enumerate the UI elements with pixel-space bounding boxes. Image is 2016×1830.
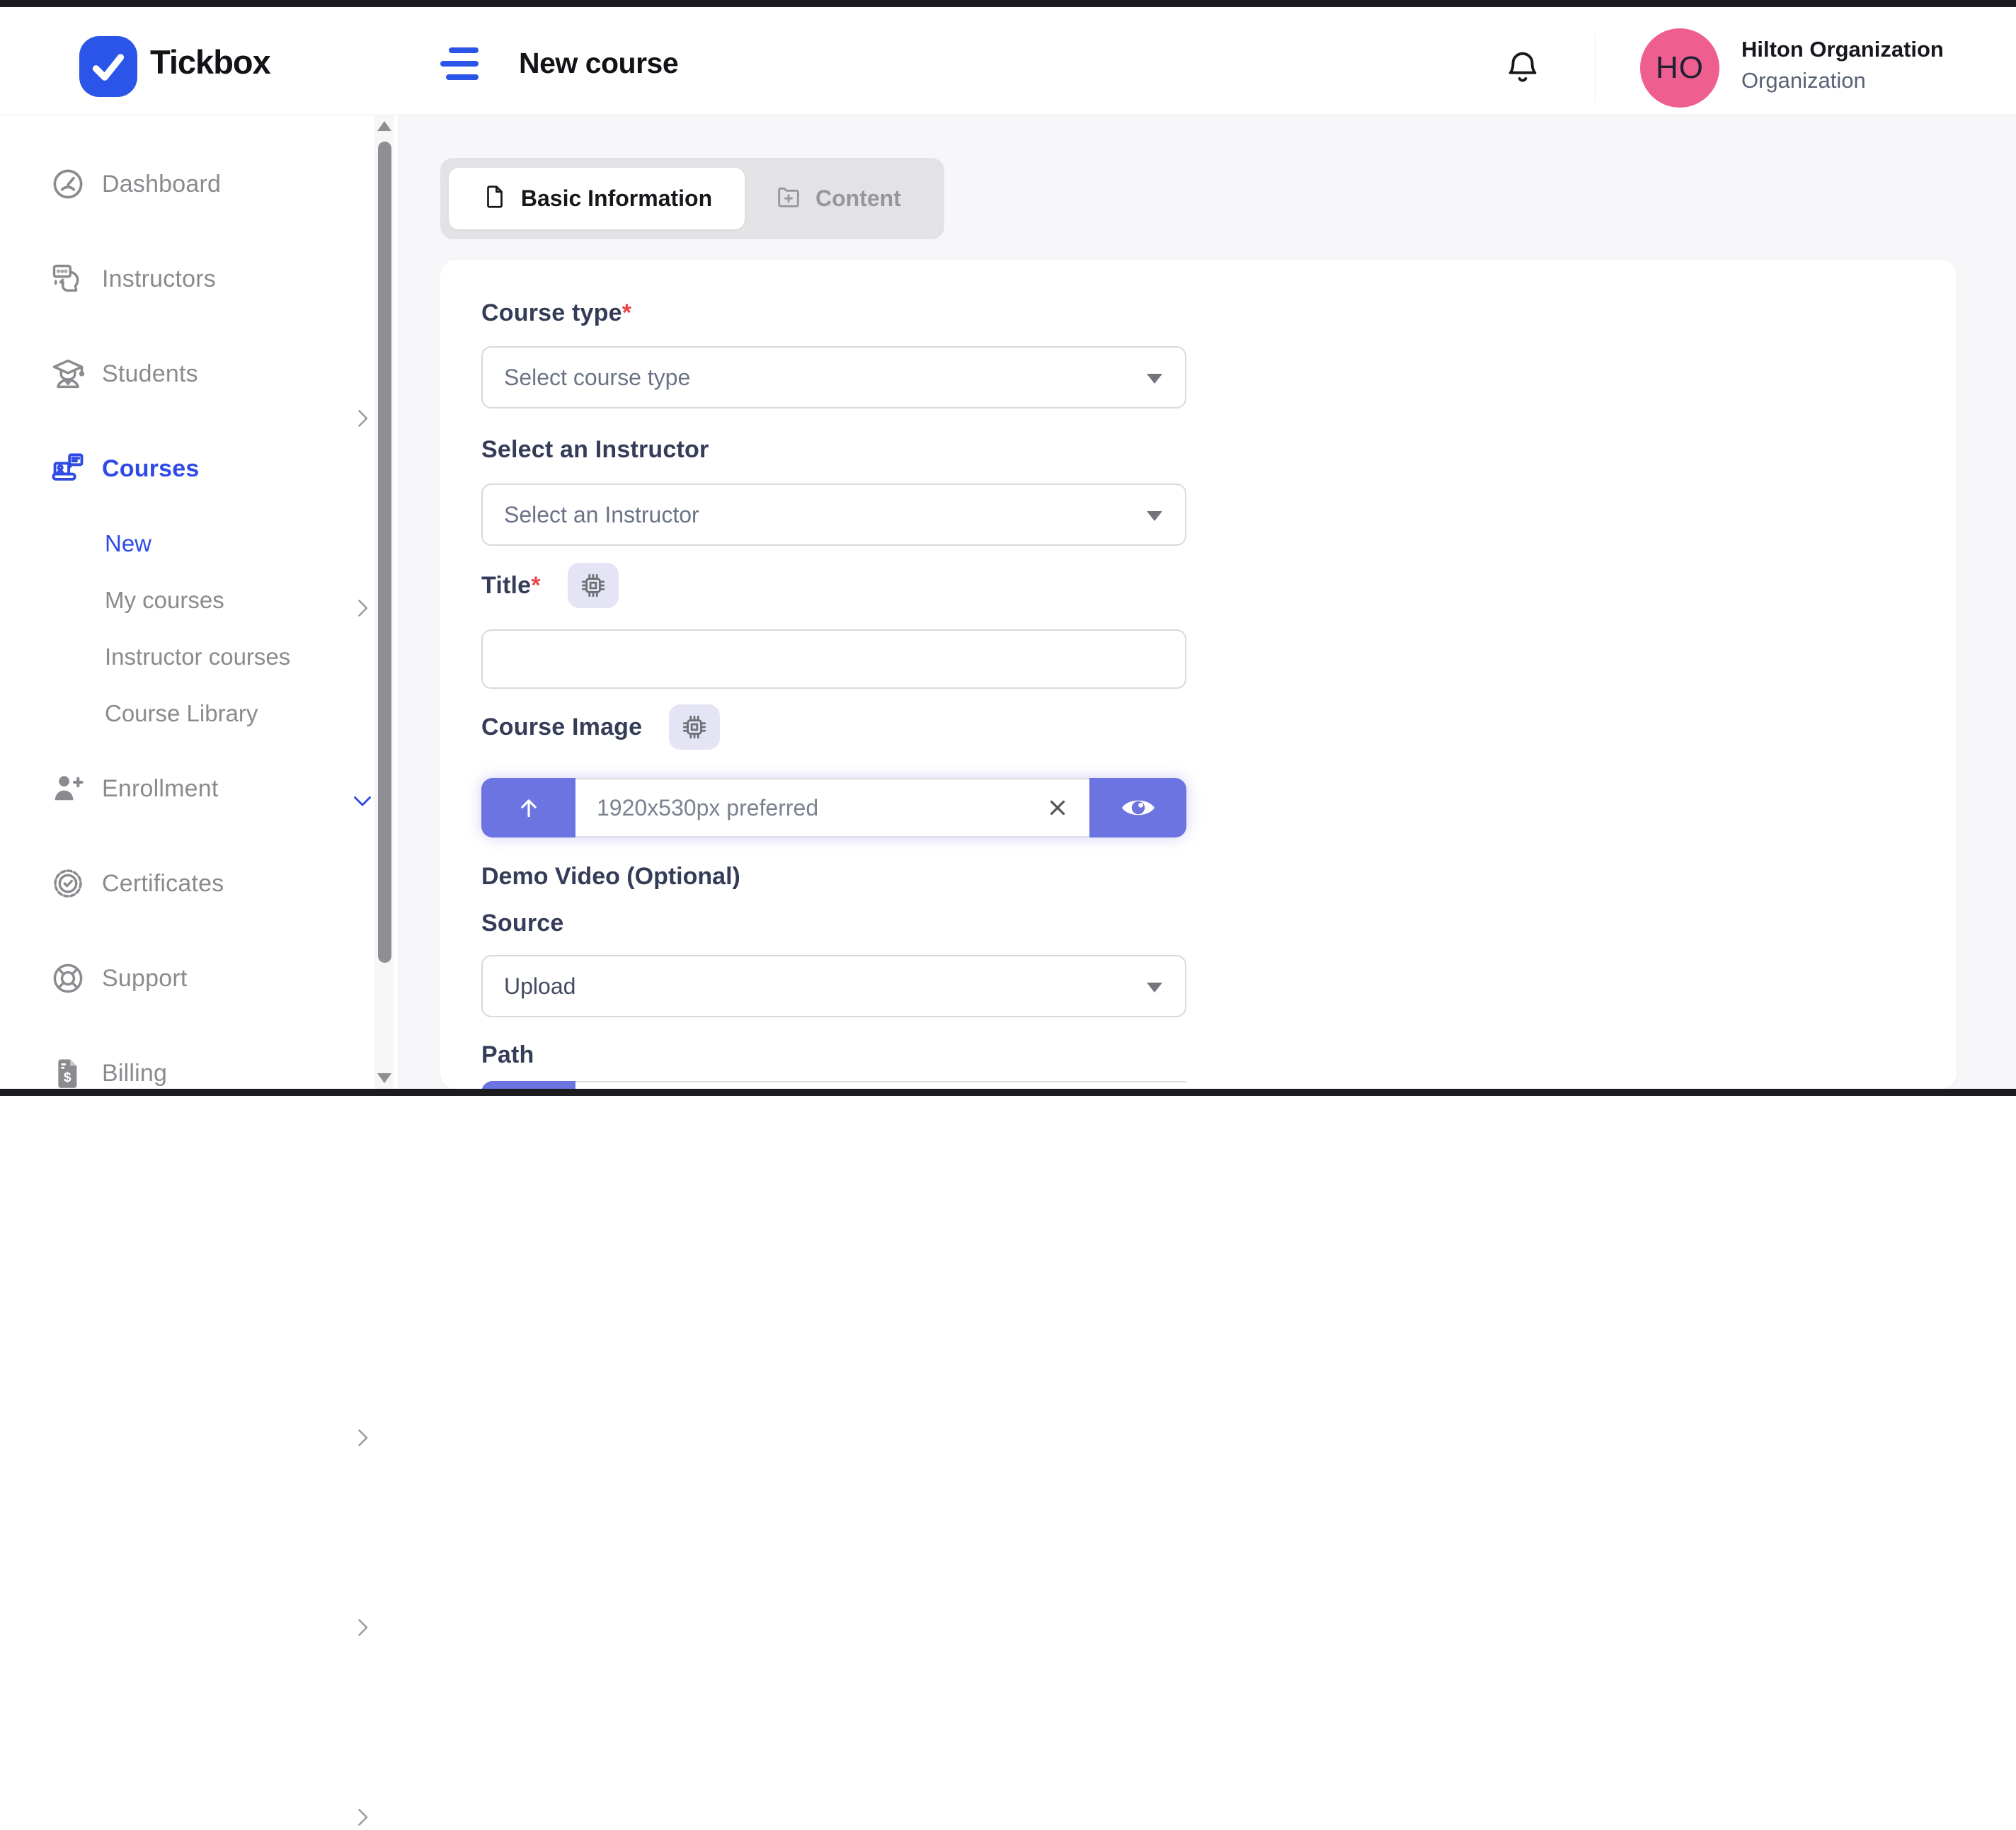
chevron-right-icon xyxy=(350,406,375,431)
sidebar-scrollbar-thumb[interactable] xyxy=(378,142,391,963)
chevron-right-icon xyxy=(350,1805,375,1830)
subitem-label: My courses xyxy=(105,587,224,614)
user-name: Hilton Organization xyxy=(1741,34,1944,65)
user-avatar[interactable]: HO xyxy=(1640,28,1719,108)
sidebar-item-instructors[interactable]: Instructors xyxy=(50,255,216,303)
sidebar-subitem-instructor-courses[interactable]: Instructor courses xyxy=(105,636,290,678)
source-select[interactable]: Upload xyxy=(481,955,1186,1017)
subitem-label: New xyxy=(105,530,151,557)
sidebar-subitem-my-courses[interactable]: My courses xyxy=(105,579,224,622)
sidebar-subitem-course-library[interactable]: Course Library xyxy=(105,692,258,735)
upload-video-button[interactable] xyxy=(481,1081,575,1089)
scrollbar-up-arrow[interactable] xyxy=(377,121,391,131)
user-info[interactable]: Hilton Organization Organization xyxy=(1741,34,1944,96)
scrollbar-down-arrow[interactable] xyxy=(377,1073,391,1083)
demo-video-upload-widget xyxy=(481,1081,1186,1089)
sidebar-item-certificates[interactable]: Certificates xyxy=(50,859,224,908)
title-label: Title* xyxy=(481,572,541,600)
tab-content[interactable]: Content xyxy=(774,183,901,215)
select-value: Upload xyxy=(504,973,575,1000)
person-plus-icon xyxy=(50,770,86,807)
caret-down-icon xyxy=(1147,983,1162,993)
caret-down-icon xyxy=(1147,374,1162,384)
preview-image-button[interactable] xyxy=(1089,778,1186,837)
instructor-select[interactable]: Select an Instructor xyxy=(481,484,1186,546)
title-label-row: Title* xyxy=(481,563,619,608)
select-placeholder: Select an Instructor xyxy=(504,502,699,528)
image-placeholder: 1920x530px preferred xyxy=(597,795,818,821)
sidebar-label: Billing xyxy=(102,1060,167,1087)
user-role: Organization xyxy=(1741,65,1944,96)
course-type-label: Course type* xyxy=(481,299,631,327)
brand-name: Tickbox xyxy=(150,42,270,81)
subitem-label: Course Library xyxy=(105,700,258,727)
sidebar-item-dashboard[interactable]: Dashboard xyxy=(50,160,221,208)
sidebar-item-enrollment[interactable]: Enrollment xyxy=(50,765,219,813)
clear-image-icon[interactable] xyxy=(1046,796,1070,820)
header: Tickbox New course HO Hilton Organizatio… xyxy=(0,7,2016,115)
demo-video-heading: Demo Video (Optional) xyxy=(481,863,740,891)
main-content: Basic Information Content Course type* S… xyxy=(399,115,2016,1089)
required-asterisk: * xyxy=(531,572,540,599)
subitem-label: Instructor courses xyxy=(105,644,290,670)
title-input[interactable] xyxy=(481,629,1186,689)
sidebar-item-support[interactable]: Support xyxy=(50,954,187,1002)
sidebar-label: Instructors xyxy=(102,265,216,293)
student-icon xyxy=(50,355,86,392)
tab-label: Content xyxy=(815,185,901,212)
chevron-right-icon xyxy=(350,1615,375,1640)
image-path-field[interactable]: 1920x530px preferred xyxy=(575,778,1089,837)
screen-edge-bottom xyxy=(0,1089,2016,1096)
invoice-icon: $ xyxy=(50,1055,86,1092)
sidebar-subitem-new[interactable]: New xyxy=(105,522,151,565)
sidebar-label: Courses xyxy=(102,455,199,483)
form-card: Course type* Select course type Select a… xyxy=(440,260,1957,1089)
rosette-icon xyxy=(50,865,86,902)
folder-plus-icon xyxy=(774,183,803,215)
caret-down-icon xyxy=(1147,511,1162,521)
screen-edge-top xyxy=(0,0,2016,7)
sidebar-label: Support xyxy=(102,965,187,993)
tab-label: Basic Information xyxy=(521,185,712,212)
page-title: New course xyxy=(519,47,678,80)
course-type-select[interactable]: Select course type xyxy=(481,346,1186,408)
courses-laptop-icon xyxy=(50,450,86,487)
ai-generate-title-button[interactable] xyxy=(568,563,619,608)
hamburger-menu-icon[interactable] xyxy=(439,46,479,81)
video-path-field[interactable] xyxy=(575,1081,1186,1089)
chevron-right-icon xyxy=(350,595,375,621)
notifications-bell-icon[interactable] xyxy=(1502,47,1543,88)
sidebar-label: Dashboard xyxy=(102,171,221,198)
source-label: Source xyxy=(481,910,563,937)
sidebar: Dashboard Instructors Students xyxy=(0,115,399,1089)
instructor-icon xyxy=(50,261,86,297)
gauge-icon xyxy=(50,166,86,202)
required-asterisk: * xyxy=(622,299,631,326)
chevron-right-icon xyxy=(350,1425,375,1451)
tickbox-logo-icon[interactable] xyxy=(79,36,137,97)
sidebar-label: Certificates xyxy=(102,870,224,898)
tab-basic-information[interactable]: Basic Information xyxy=(449,168,745,229)
ai-generate-image-button[interactable] xyxy=(669,704,720,750)
instructor-label: Select an Instructor xyxy=(481,436,709,464)
sidebar-label: Enrollment xyxy=(102,775,219,803)
chevron-down-icon xyxy=(350,788,375,813)
sidebar-item-courses[interactable]: Courses xyxy=(50,445,199,493)
header-divider xyxy=(1595,34,1596,102)
path-label: Path xyxy=(481,1041,534,1069)
course-image-label: Course Image xyxy=(481,714,642,741)
sidebar-item-students[interactable]: Students xyxy=(50,350,198,398)
avatar-initials: HO xyxy=(1656,50,1704,86)
file-icon xyxy=(481,181,508,216)
lifebuoy-icon xyxy=(50,960,86,997)
tab-bar: Basic Information Content xyxy=(440,158,944,239)
select-placeholder: Select course type xyxy=(504,365,690,391)
course-image-label-row: Course Image xyxy=(481,704,720,750)
upload-image-button[interactable] xyxy=(481,778,575,837)
course-image-upload-widget: 1920x530px preferred xyxy=(481,778,1186,837)
svg-text:$: $ xyxy=(64,1070,71,1085)
sidebar-label: Students xyxy=(102,360,198,388)
